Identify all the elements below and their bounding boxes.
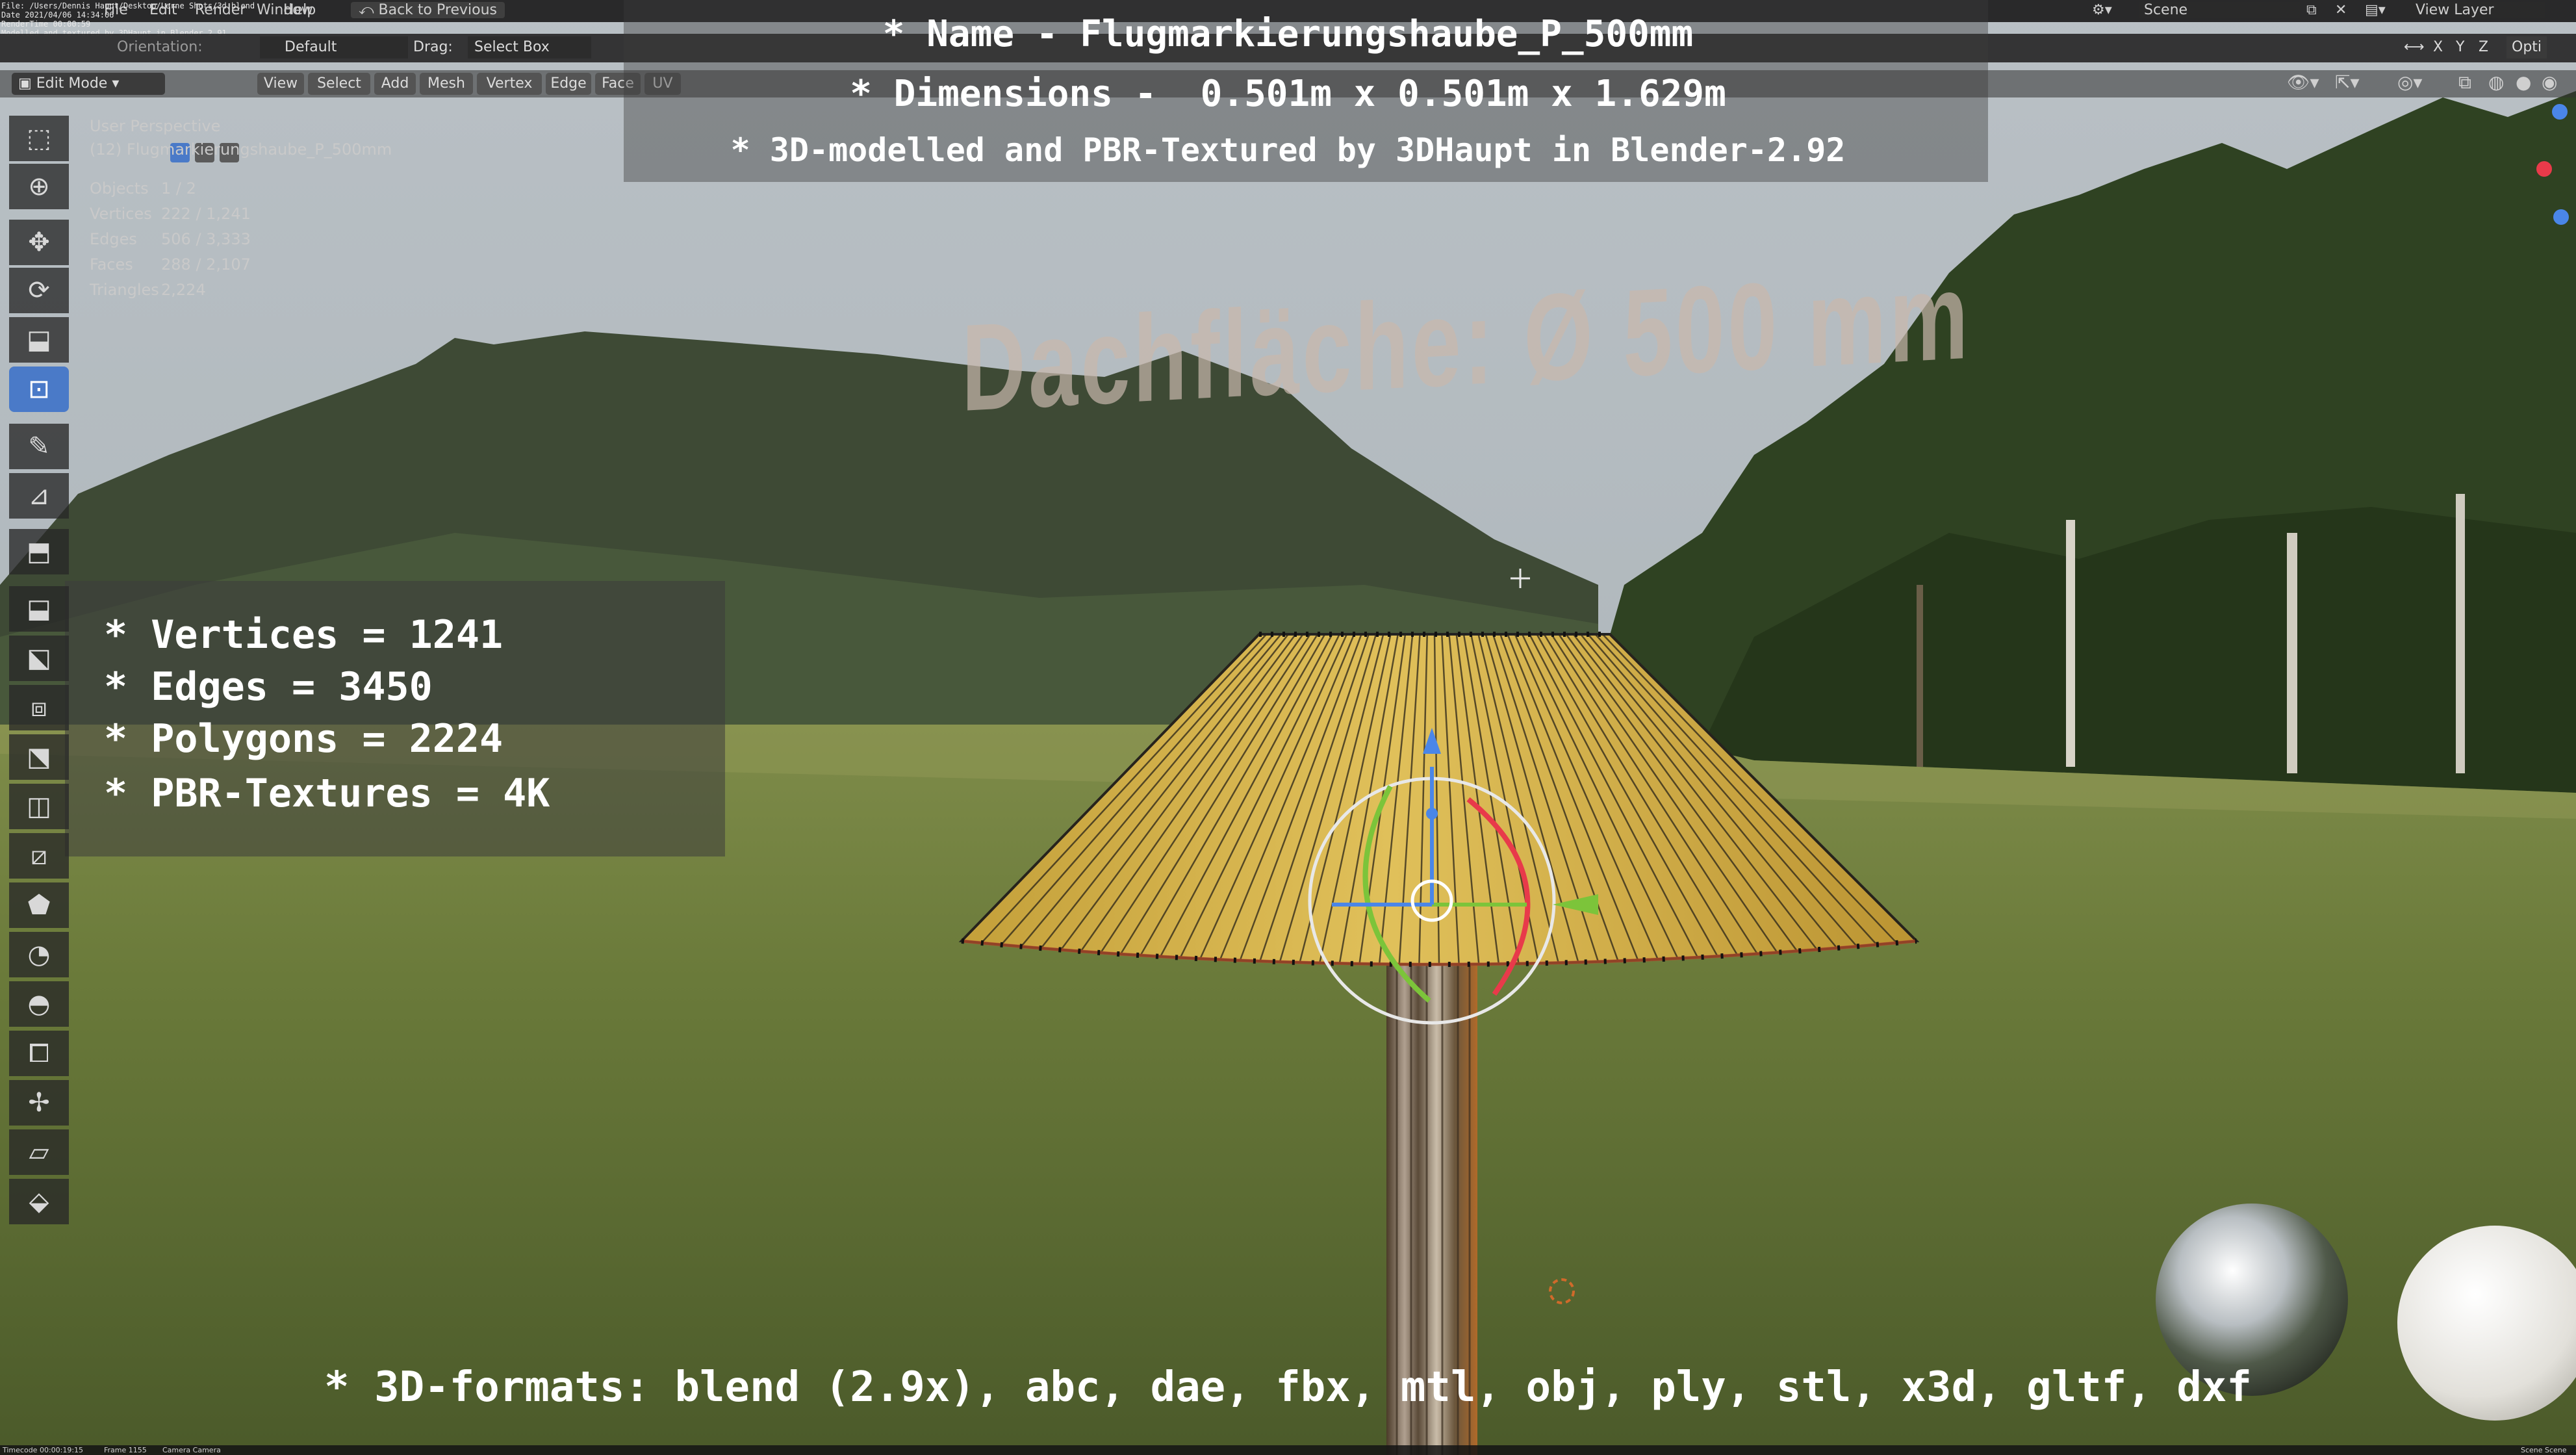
spin-icon[interactable]: ◔	[9, 932, 69, 977]
stat-faces-label: Faces	[90, 255, 133, 274]
info-textures: * PBR-Textures = 4K	[104, 771, 550, 816]
stat-vertices-value: 222 / 1,241	[161, 205, 251, 223]
smooth-icon[interactable]: ◓	[9, 981, 69, 1027]
shear-icon[interactable]: ▱	[9, 1129, 69, 1175]
scene-stamp-label: Scene Scene	[2521, 1446, 2567, 1454]
scale-icon[interactable]: ⬓	[9, 317, 69, 363]
active-object-label: (12) Flugmarkierungshaube_P_500mm	[90, 140, 392, 159]
model-dimensions-title: * Dimensions - 0.501m x 0.501m x 1.629m	[850, 73, 1726, 115]
stamp-bottom-bar: Timecode 00:00:19:15 Frame 1155 Camera C…	[0, 1445, 2576, 1455]
info-edges: * Edges = 3450	[104, 664, 433, 710]
frame-label: Frame 1155	[104, 1446, 147, 1454]
add-cube-icon[interactable]: ⬒	[9, 529, 69, 574]
stat-faces-value: 288 / 2,107	[161, 255, 251, 274]
stat-objects-value: 1 / 2	[161, 179, 196, 198]
transform-icon[interactable]: ⊡	[9, 367, 69, 412]
info-vertices: * Vertices = 1241	[104, 612, 504, 658]
extrude-region-icon[interactable]: ⬓	[9, 586, 69, 632]
rotate-icon[interactable]: ⟳	[9, 268, 69, 313]
model-name-title: * Name - Flugmarkierungshaube_P_500mm	[882, 13, 1694, 55]
extrude-along-normals-icon[interactable]: ⬕	[9, 636, 69, 681]
3d-viewport[interactable]: Dachfläche: Ø 500 mm File Edit Render Wi…	[0, 0, 2576, 1455]
camera-label: Camera Camera	[162, 1446, 221, 1454]
stat-edges-value: 506 / 3,333	[161, 230, 251, 248]
timecode-label: Timecode 00:00:19:15	[3, 1446, 84, 1454]
edge-slide-icon[interactable]: ⧠	[9, 1031, 69, 1076]
stat-triangles-value: 2,224	[161, 281, 206, 299]
bevel-icon[interactable]: ⬔	[9, 734, 69, 780]
stat-faces: Faces 288 / 2,107	[90, 255, 251, 274]
move-icon[interactable]: ✥	[9, 220, 69, 265]
annotate-icon[interactable]: ✎	[9, 424, 69, 469]
rip-region-icon[interactable]: ⬙	[9, 1179, 69, 1224]
stat-vertices-label: Vertices	[90, 205, 152, 223]
select-box-icon[interactable]: ⬚	[9, 116, 69, 161]
formats-line: * 3D-formats: blend (2.9x), abc, dae, fb…	[324, 1363, 2252, 1411]
measure-icon[interactable]: ⊿	[9, 473, 69, 519]
stat-vertices: Vertices 222 / 1,241	[90, 205, 251, 223]
shrink-fatten-icon[interactable]: ✢	[9, 1080, 69, 1126]
stat-edges-label: Edges	[90, 230, 137, 248]
poly-build-icon[interactable]: ⬟	[9, 882, 69, 928]
stamp-line-file: File: /Users/Dennis Haupt/Desktop/Lerne …	[1, 1, 255, 10]
stat-objects: Objects 1 / 2	[90, 179, 196, 198]
nav-gizmo-x-icon[interactable]	[2536, 161, 2552, 177]
cursor-icon[interactable]: ⊕	[9, 164, 69, 209]
nav-gizmo-neg-z-icon[interactable]	[2553, 209, 2569, 225]
stat-edges: Edges 506 / 3,333	[90, 230, 251, 248]
nav-gizmo-z-icon[interactable]	[2552, 104, 2568, 120]
stat-objects-label: Objects	[90, 179, 149, 198]
loop-cut-icon[interactable]: ◫	[9, 784, 69, 829]
perspective-label: User Perspective	[90, 117, 221, 135]
stat-triangles-label: Triangles	[90, 281, 159, 299]
knife-icon[interactable]: ⧄	[9, 833, 69, 879]
stat-triangles: Triangles 2,224	[90, 281, 206, 299]
info-polygons: * Polygons = 2224	[104, 716, 504, 762]
inset-faces-icon[interactable]: ⧈	[9, 685, 69, 730]
